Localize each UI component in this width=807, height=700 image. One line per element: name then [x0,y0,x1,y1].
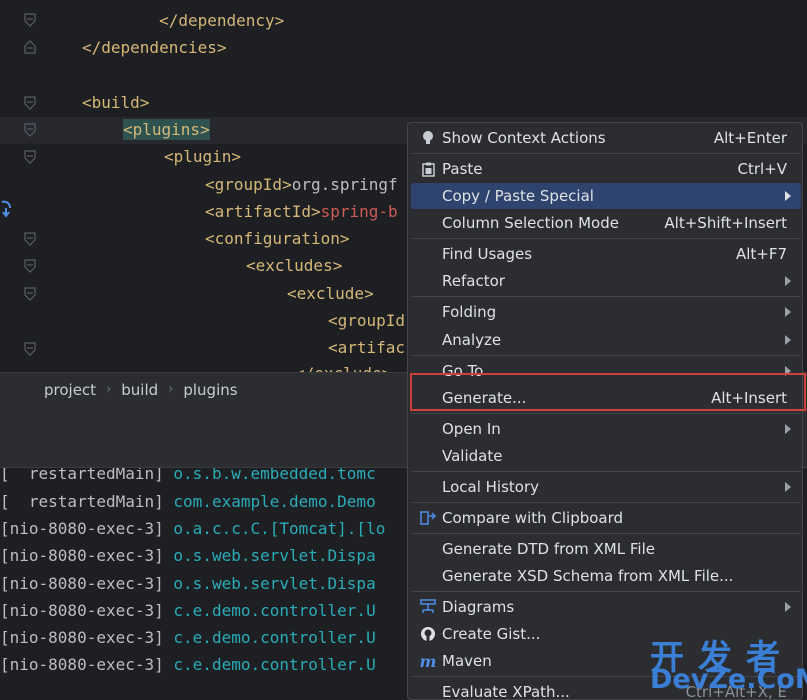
menu-item-find-usages[interactable]: Find Usages Alt+F7 [411,241,801,267]
console-line: [nio-8080-exec-3] c.e.demo.controller.U [0,655,376,674]
fold-start-icon[interactable] [24,287,36,301]
run-gutter-icon[interactable] [0,200,12,218]
menu-item-refactor[interactable]: Refactor [411,268,801,294]
matched-tag-highlight: <plugins> [123,119,210,140]
submenu-arrow-icon [785,602,791,612]
submenu-arrow-icon [785,307,791,317]
fold-start-icon[interactable] [24,259,36,273]
console-line: [nio-8080-exec-3] c.e.demo.controller.U [0,601,376,620]
console-line: [nio-8080-exec-3] o.s.web.servlet.Dispa [0,546,376,565]
breadcrumb-item-build[interactable]: build [121,381,158,399]
github-icon [419,625,437,643]
editor-gutter [0,0,50,375]
lightbulb-icon [419,129,437,147]
code-line: <configuration> [205,229,350,248]
submenu-arrow-icon [785,482,791,492]
submenu-arrow-icon [785,424,791,434]
submenu-arrow-icon [785,276,791,286]
menu-item-diagrams[interactable]: Diagrams [411,594,801,620]
fold-end-icon[interactable] [24,40,36,54]
fold-start-icon[interactable] [24,342,36,356]
menu-separator [411,153,801,154]
watermark-logo: 开发者 DevZe.CoM [650,638,807,695]
code-line: </dependency> [159,11,285,30]
code-line: <build> [82,93,150,112]
menu-item-generate-xsd[interactable]: Generate XSD Schema from XML File... [411,563,801,589]
menu-separator [411,413,801,414]
menu-separator [411,502,801,503]
code-line: <exclude> [287,284,374,303]
code-line: <plugins> [123,116,210,143]
console-line: [ restartedMain] o.s.b.w.embedded.tomc [0,468,376,483]
console-line: [nio-8080-exec-3] o.s.web.servlet.Dispa [0,574,376,593]
console-line: [ restartedMain] com.example.demo.Demo [0,492,376,511]
chevron-right-icon: › [106,382,112,397]
submenu-arrow-icon [785,191,791,201]
fold-start-icon[interactable] [24,123,36,137]
chevron-right-icon: › [168,382,174,397]
console-line: [nio-8080-exec-3] c.e.demo.controller.U [0,628,376,647]
code-line: <artifac [328,338,406,357]
fold-start-icon[interactable] [24,232,36,246]
breadcrumb-item-project[interactable]: project [44,381,96,399]
context-menu: Show Context Actions Alt+Enter Paste Ctr… [407,122,803,700]
menu-item-compare-with-clipboard[interactable]: Compare with Clipboard [411,505,801,531]
compare-icon [419,509,437,527]
console-line: [nio-8080-exec-3] o.a.c.c.C.[Tomcat].[lo [0,519,386,538]
menu-item-column-selection-mode[interactable]: Column Selection Mode Alt+Shift+Insert [411,210,801,236]
menu-separator [411,591,801,592]
submenu-arrow-icon [785,335,791,345]
breadcrumb-item-plugins[interactable]: plugins [183,381,237,399]
menu-separator [411,471,801,472]
code-line: <excludes> [246,256,343,275]
menu-separator [411,296,801,297]
menu-separator [411,238,801,239]
code-line: <groupId>org.springf [205,175,398,194]
clipboard-icon [419,160,437,178]
menu-item-open-in[interactable]: Open In [411,416,801,442]
menu-item-paste[interactable]: Paste Ctrl+V [411,156,801,182]
highlight-box-generate [410,373,806,411]
fold-start-icon[interactable] [24,150,36,164]
menu-item-generate-dtd[interactable]: Generate DTD from XML File [411,536,801,562]
code-line: <artifactId>spring-b [205,202,398,221]
menu-item-local-history[interactable]: Local History [411,474,801,500]
diagram-icon [419,598,437,616]
maven-icon: m [419,651,437,671]
fold-end-icon[interactable] [24,13,36,27]
menu-item-show-context-actions[interactable]: Show Context Actions Alt+Enter [411,125,801,151]
menu-item-analyze[interactable]: Analyze [411,327,801,353]
fold-start-icon[interactable] [24,96,36,110]
code-line: <groupId [328,311,406,330]
menu-item-validate[interactable]: Validate [411,443,801,469]
code-line: <plugin> [164,147,242,166]
menu-item-folding[interactable]: Folding [411,299,801,325]
menu-separator [411,355,801,356]
menu-separator [411,533,801,534]
code-line: </dependencies> [82,38,227,57]
menu-item-copy-paste-special[interactable]: Copy / Paste Special [411,183,801,209]
